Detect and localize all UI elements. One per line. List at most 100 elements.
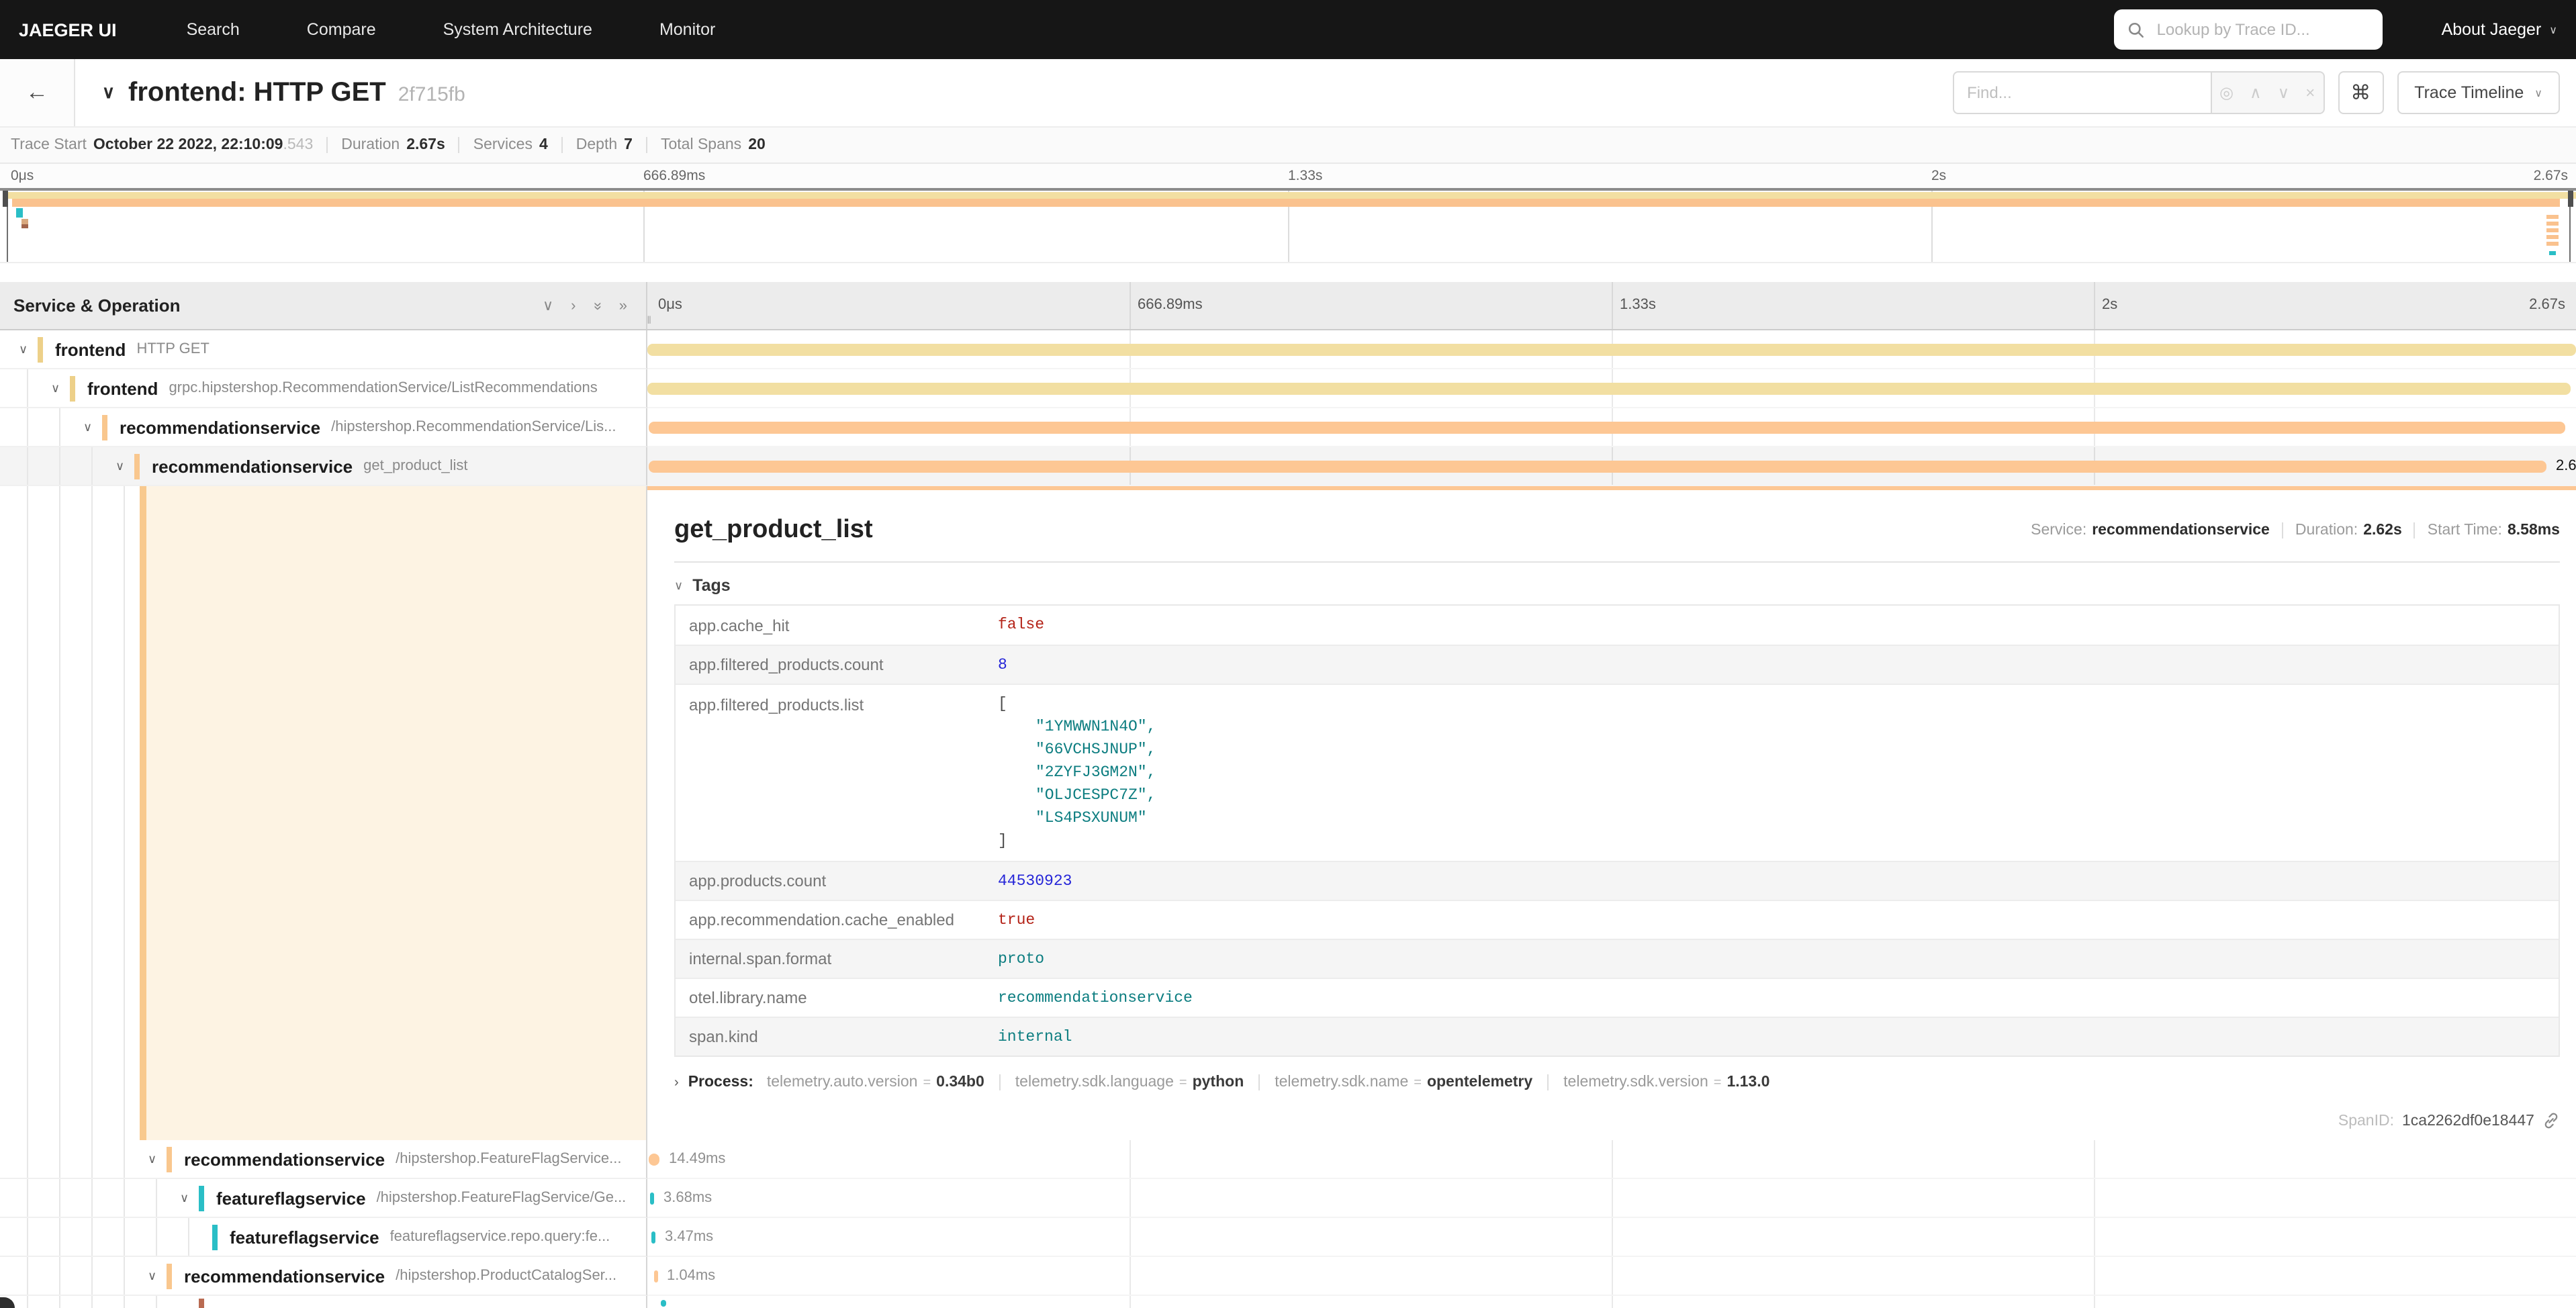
span-bar[interactable]	[661, 1300, 666, 1307]
find-input[interactable]	[1952, 71, 2210, 114]
process-row[interactable]: › Process: telemetry.auto.version=0.34b0…	[674, 1074, 2576, 1090]
chevron-down-icon[interactable]: ∨	[148, 1268, 167, 1283]
tag-row[interactable]: app.products.count 44530923	[676, 861, 2559, 900]
command-icon: ⌘	[2350, 81, 2371, 105]
nav-item-system-architecture[interactable]: System Architecture	[443, 20, 592, 39]
span-bar[interactable]	[649, 460, 2546, 472]
axis-tick: 1.33s	[1620, 297, 1656, 313]
service-color-bar	[167, 1146, 172, 1172]
search-icon	[2127, 21, 2145, 38]
depth-value: 7	[624, 137, 633, 153]
span-duration: 2.62s	[2556, 458, 2576, 474]
span-row[interactable]: ∨ recommendationservice /hipstershop.Fea…	[0, 1140, 2576, 1179]
tag-row[interactable]: app.filtered_products.count 8	[676, 645, 2559, 684]
span-operation: grpc.hipstershop.RecommendationService/L…	[169, 380, 597, 396]
process-label: Process:	[688, 1074, 753, 1090]
tag-row[interactable]: internal.span.format proto	[676, 939, 2559, 978]
collapse-one-icon[interactable]: ∨	[543, 297, 553, 314]
nav-item-search[interactable]: Search	[187, 20, 240, 39]
tag-row[interactable]: app.cache_hit false	[676, 606, 2559, 645]
tag-value-list: [ "1YMWWN1N4O", "66VCHSJNUP", "2ZYFJ3GM2…	[998, 693, 1156, 853]
service-color-bar	[199, 1299, 204, 1308]
prev-result-icon[interactable]: ∧	[2250, 83, 2262, 102]
chevron-down-icon[interactable]: ∨	[83, 420, 102, 434]
span-service: recommendationservice	[184, 1149, 385, 1169]
minimap-span-bar	[8, 192, 2576, 199]
span-bar[interactable]	[647, 382, 2570, 394]
collapse-all-icon[interactable]: »	[590, 301, 606, 310]
tag-row[interactable]: app.recommendation.cache_enabled true	[676, 900, 2559, 939]
tag-value: internal	[998, 1028, 1072, 1045]
axis-tick: 0μs	[658, 297, 682, 313]
span-bar[interactable]	[654, 1270, 657, 1282]
trace-minimap[interactable]	[0, 188, 2576, 263]
chevron-down-icon[interactable]: ∨	[19, 342, 38, 357]
span-bar[interactable]	[649, 1153, 659, 1165]
span-bar[interactable]	[649, 421, 2566, 433]
back-button[interactable]: ←	[0, 59, 75, 126]
nav-item-monitor[interactable]: Monitor	[659, 20, 715, 39]
minimap-span-bar	[2546, 228, 2559, 232]
chevron-down-icon: ∨	[2534, 87, 2542, 99]
span-bar[interactable]	[650, 1192, 654, 1204]
minimap-span-bar	[2546, 222, 2559, 226]
span-row[interactable]: ∨ featureflagservice /hipstershop.Featur…	[0, 1179, 2576, 1218]
tag-value: false	[998, 616, 1044, 634]
minimap-tick: 666.89ms	[643, 168, 705, 184]
clear-find-icon[interactable]: ×	[2305, 83, 2315, 102]
minimap-span-bar	[2549, 251, 2556, 255]
span-row[interactable]: ∨ frontend HTTP GET	[0, 330, 2576, 369]
tag-value: recommendationservice	[998, 989, 1193, 1007]
tag-key: app.filtered_products.count	[676, 655, 998, 674]
chevron-down-icon[interactable]: ∨	[51, 381, 70, 395]
tag-row[interactable]: otel.library.name recommendationservice	[676, 978, 2559, 1017]
tag-key: app.products.count	[676, 872, 998, 890]
chevron-down-icon[interactable]: ∨	[180, 1190, 199, 1205]
span-detail-title: get_product_list	[674, 516, 873, 545]
link-icon[interactable]	[2542, 1112, 2560, 1129]
brand-link[interactable]: JAEGER UI	[19, 19, 117, 40]
tag-row[interactable]: span.kind internal	[676, 1017, 2559, 1056]
service-color-bar	[167, 1263, 172, 1289]
chevron-down-icon[interactable]: ∨	[148, 1152, 167, 1166]
focus-target-icon[interactable]: ◎	[2219, 83, 2234, 102]
expand-all-icon[interactable]: »	[619, 297, 627, 314]
panel-resize-handle[interactable]: ‖	[647, 314, 653, 326]
keyboard-shortcuts-button[interactable]: ⌘	[2338, 71, 2383, 114]
duration-value: 2.67s	[406, 137, 445, 153]
next-result-icon[interactable]: ∨	[2278, 83, 2290, 102]
chevron-down-icon: ∨	[2549, 24, 2557, 36]
span-bar[interactable]	[647, 343, 2576, 355]
expand-one-icon[interactable]: ›	[571, 297, 576, 314]
span-row-selected[interactable]: ∨ recommendationservice get_product_list…	[0, 447, 2576, 486]
span-service: recommendationservice	[152, 456, 353, 476]
service-color-bar	[212, 1224, 218, 1250]
minimap-left-handle[interactable]	[3, 191, 8, 207]
minimap-right-handle[interactable]	[2568, 191, 2573, 207]
minimap-span-bar	[16, 208, 23, 218]
tag-key: span.kind	[676, 1027, 998, 1046]
span-row[interactable]: ∨ frontend grpc.hipstershop.Recommendati…	[0, 369, 2576, 408]
trace-id-lookup-input[interactable]	[2154, 19, 2369, 40]
span-row[interactable]: ∨ recommendationservice /hipstershop.Rec…	[0, 408, 2576, 447]
about-jaeger-menu[interactable]: About Jaeger ∨	[2442, 20, 2557, 39]
collapse-trace-chevron-icon[interactable]: ∨	[102, 82, 115, 103]
span-duration: 14.49ms	[669, 1151, 725, 1167]
tag-key: otel.library.name	[676, 988, 998, 1007]
find-buttons: ◎ ∧ ∨ ×	[2210, 71, 2324, 114]
tag-row[interactable]: app.filtered_products.list [ "1YMWWN1N4O…	[676, 684, 2559, 861]
span-operation: featureflagservice.repo.query:fe...	[390, 1229, 610, 1245]
tags-toggle[interactable]: ∨ Tags	[674, 576, 2576, 595]
span-bar[interactable]	[651, 1231, 655, 1243]
view-selector-button[interactable]: Trace Timeline ∨	[2397, 71, 2560, 114]
service-label: Service:	[2031, 522, 2086, 539]
start-time-label: Start Time:	[2428, 522, 2502, 539]
nav-item-compare[interactable]: Compare	[307, 20, 376, 39]
chevron-down-icon[interactable]: ∨	[116, 459, 134, 473]
span-row[interactable]: featureflagservice featureflagservice.re…	[0, 1218, 2576, 1257]
span-row[interactable]	[0, 1296, 2576, 1308]
span-row[interactable]: ∨ recommendationservice /hipstershop.Pro…	[0, 1257, 2576, 1296]
minimap-span-bar	[2546, 235, 2559, 239]
minimap-span-bar	[2546, 215, 2559, 219]
service-color-bar	[70, 375, 75, 401]
